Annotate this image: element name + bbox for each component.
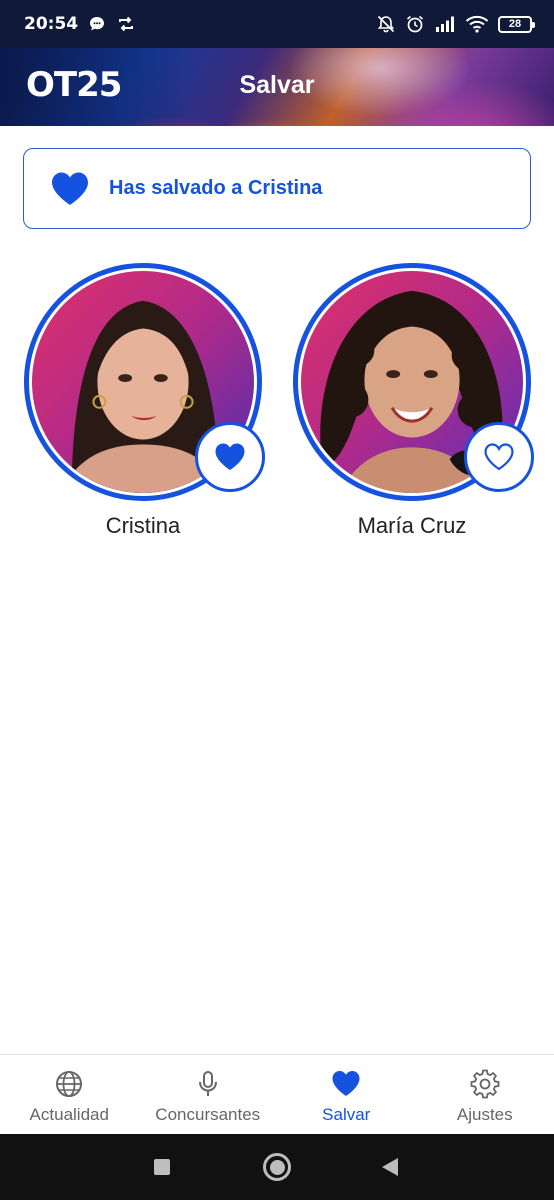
app-screen: 20:54 28 OT25 Salvar Has salvado a Crist… [0, 0, 554, 1200]
home-dot [269, 1159, 285, 1175]
nav-label: Salvar [322, 1105, 371, 1124]
heart-filled-icon [215, 443, 245, 470]
nav-item-salvar[interactable]: Salvar [277, 1055, 416, 1134]
back-button[interactable] [382, 1158, 398, 1176]
home-button[interactable] [263, 1153, 291, 1181]
heart-outline-icon [484, 443, 514, 471]
contestant-photo-ring [293, 263, 534, 501]
battery-level: 28 [508, 18, 522, 30]
globe-icon [56, 1071, 83, 1097]
status-left: 20:54 [24, 14, 136, 34]
contestant-card-maria-cruz[interactable]: María Cruz [293, 263, 534, 539]
bottom-nav: Actualidad Concursantes Salvar Ajustes [0, 1054, 554, 1134]
chat-bubble-icon [88, 15, 106, 33]
battery-icon: 28 [498, 15, 535, 33]
alarm-icon [405, 14, 425, 34]
microphone-icon [198, 1071, 217, 1096]
saved-notice: Has salvado a Cristina [23, 148, 531, 229]
nav-item-actualidad[interactable]: Actualidad [0, 1055, 139, 1134]
contestant-card-cristina[interactable]: Cristina [24, 263, 265, 539]
app-header: OT25 Salvar [0, 48, 554, 126]
save-cristina-button[interactable] [195, 422, 265, 492]
nav-item-concursantes[interactable]: Concursantes [139, 1055, 278, 1134]
signal-icon [434, 15, 456, 33]
gear-icon [470, 1069, 500, 1099]
nav-label: Ajustes [456, 1105, 513, 1124]
contestant-name: Cristina [105, 513, 181, 538]
wifi-icon [465, 15, 489, 33]
status-time: 20:54 [24, 14, 79, 34]
recents-button[interactable] [154, 1159, 170, 1175]
contestant-name: María Cruz [357, 513, 467, 538]
nav-item-ajustes[interactable]: Ajustes [416, 1055, 554, 1134]
contestant-photo-ring [24, 263, 265, 501]
heart-filled-icon [52, 172, 88, 205]
nav-label: Actualidad [29, 1105, 109, 1124]
nav-label: Concursantes [155, 1105, 261, 1124]
save-maria-cruz-button[interactable] [464, 422, 534, 492]
sync-icon [116, 15, 136, 33]
saved-notice-text: Has salvado a Cristina [109, 177, 323, 199]
alarm-off-icon [376, 14, 396, 34]
page-title: Salvar [239, 71, 315, 99]
heart-icon [332, 1071, 360, 1096]
status-right: 28 [376, 14, 535, 34]
status-bar: 20:54 28 [0, 0, 554, 48]
system-nav-bar [0, 1134, 554, 1200]
